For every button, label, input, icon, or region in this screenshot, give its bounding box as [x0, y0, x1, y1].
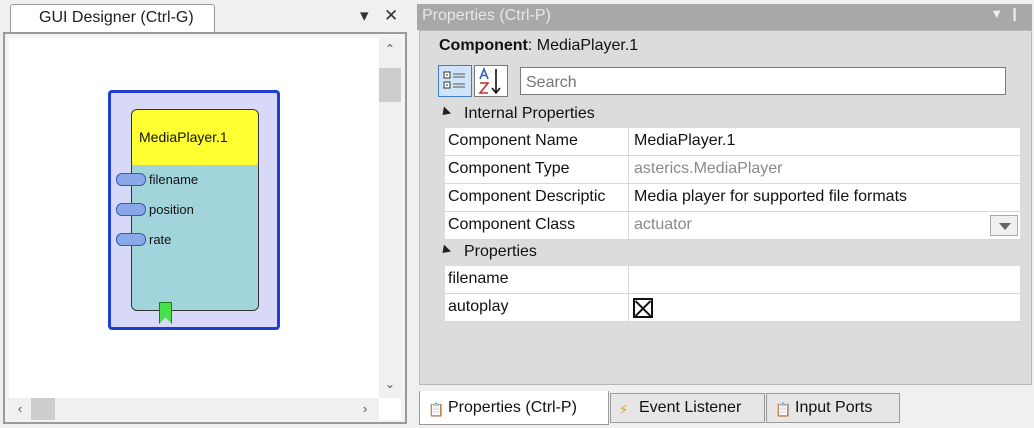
tab-label: Event Listener: [639, 399, 742, 416]
property-name: Component Class: [445, 212, 629, 240]
selected-component-line: Component: MediaPlayer.1: [439, 37, 638, 55]
property-row-filename[interactable]: filename: [432, 266, 1020, 294]
scroll-up-icon[interactable]: ⌃: [379, 38, 401, 60]
alphabetical-sort-button[interactable]: [474, 65, 508, 97]
pin-dropdown-icon[interactable]: ▾︎: [360, 6, 369, 26]
pin-icon[interactable]: ❙: [1009, 6, 1026, 21]
property-value-component-type: asterics.MediaPlayer: [629, 156, 1020, 184]
autoplay-checkbox[interactable]: [633, 298, 653, 318]
lightning-icon: ⚡: [619, 402, 629, 417]
tab-event-listener[interactable]: ⚡ Event Listener: [610, 393, 765, 423]
scroll-down-icon[interactable]: ⌄: [379, 373, 401, 395]
gui-designer-panel: GUI Designer (Ctrl-G) ▾︎ ✕ MediaPlayer.1…: [0, 0, 410, 428]
tab-label: Input Ports: [795, 399, 873, 416]
component-class-value: actuator: [634, 216, 692, 233]
category-label: Internal Properties: [464, 105, 595, 122]
tab-label: Properties (Ctrl-P): [448, 399, 577, 416]
vertical-scrollbar[interactable]: ⌃ ⌄: [379, 38, 401, 398]
property-value-component-name[interactable]: MediaPlayer.1: [629, 128, 1020, 156]
component-label: Component: [439, 37, 528, 54]
input-port-filename[interactable]: [116, 173, 146, 186]
port-label-rate: rate: [149, 232, 172, 247]
designer-frame: MediaPlayer.1 filename position rate ⌃ ⌄: [3, 32, 407, 424]
property-name: filename: [445, 266, 629, 294]
component-value: : MediaPlayer.1: [527, 37, 639, 54]
dropdown-icon[interactable]: ▼: [990, 6, 1009, 21]
collapse-triangle-icon[interactable]: [438, 106, 452, 119]
scroll-right-icon[interactable]: ›: [354, 398, 376, 420]
property-row-component-name[interactable]: Component Name MediaPlayer.1: [432, 128, 1020, 156]
category-internal-properties[interactable]: Internal Properties: [432, 102, 1020, 128]
categorized-icon: [443, 71, 465, 89]
collapse-triangle-icon[interactable]: [438, 244, 452, 257]
search-input[interactable]: [520, 67, 1006, 95]
tab-properties[interactable]: 📋 Properties (Ctrl-P): [419, 391, 609, 425]
property-value-autoplay[interactable]: [629, 294, 1020, 322]
input-port-position[interactable]: [116, 203, 146, 216]
input-port-rate[interactable]: [116, 233, 146, 246]
properties-titlebar: Properties (Ctrl-P) ▼❙: [417, 4, 1032, 30]
port-label-position: position: [149, 202, 194, 217]
scroll-left-icon[interactable]: ‹: [9, 398, 31, 420]
property-row-component-class[interactable]: Component Class actuator: [432, 212, 1020, 240]
horizontal-scroll-thumb[interactable]: [31, 398, 55, 420]
category-properties[interactable]: Properties: [432, 240, 1020, 266]
properties-panel: Properties (Ctrl-P) ▼❙ Component: MediaP…: [417, 0, 1034, 428]
property-row-component-type[interactable]: Component Type asterics.MediaPlayer: [432, 156, 1020, 184]
component-title[interactable]: MediaPlayer.1: [131, 109, 259, 169]
property-name: Component Name: [445, 128, 629, 156]
sort-az-icon: [478, 66, 501, 95]
properties-icon: 📋: [428, 402, 445, 417]
close-icon[interactable]: ✕: [384, 6, 398, 26]
app-root: GUI Designer (Ctrl-G) ▾︎ ✕ MediaPlayer.1…: [0, 0, 1034, 428]
property-row-autoplay[interactable]: autoplay: [432, 294, 1020, 322]
property-value-component-description[interactable]: Media player for supported file formats: [629, 184, 1020, 212]
vertical-scroll-thumb[interactable]: [379, 68, 401, 102]
gui-designer-tab[interactable]: GUI Designer (Ctrl-G): [10, 4, 215, 32]
dropdown-arrow-icon[interactable]: [990, 215, 1018, 236]
port-label-filename: filename: [149, 172, 199, 187]
properties-title: Properties (Ctrl-P): [422, 7, 551, 24]
bottom-tab-strip: 📋 Properties (Ctrl-P) ⚡ Event Listener 📋…: [417, 390, 1034, 428]
designer-canvas[interactable]: MediaPlayer.1 filename position rate ⌃ ⌄: [9, 38, 401, 420]
property-value-component-class[interactable]: actuator: [629, 212, 1020, 240]
category-label: Properties: [464, 243, 537, 260]
tab-input-ports[interactable]: 📋 Input Ports: [766, 393, 900, 423]
property-value-filename[interactable]: [629, 266, 1020, 294]
property-name: Component Type: [445, 156, 629, 184]
properties-content: Component: MediaPlayer.1 Search Internal…: [419, 30, 1032, 385]
property-name: Component Descriptic: [445, 184, 629, 212]
component-body[interactable]: filename position rate: [116, 165, 259, 311]
property-name: autoplay: [445, 294, 629, 322]
property-row-component-description[interactable]: Component Descriptic Media player for su…: [432, 184, 1020, 212]
categorized-view-button[interactable]: [438, 65, 472, 97]
component-mediaplayer[interactable]: MediaPlayer.1 filename position rate: [108, 90, 280, 330]
event-trigger-marker[interactable]: [159, 302, 172, 324]
property-grid: Internal Properties Component Name Media…: [432, 102, 1020, 322]
ports-icon: 📋: [775, 402, 792, 417]
horizontal-scrollbar[interactable]: ‹ ›: [9, 398, 379, 420]
